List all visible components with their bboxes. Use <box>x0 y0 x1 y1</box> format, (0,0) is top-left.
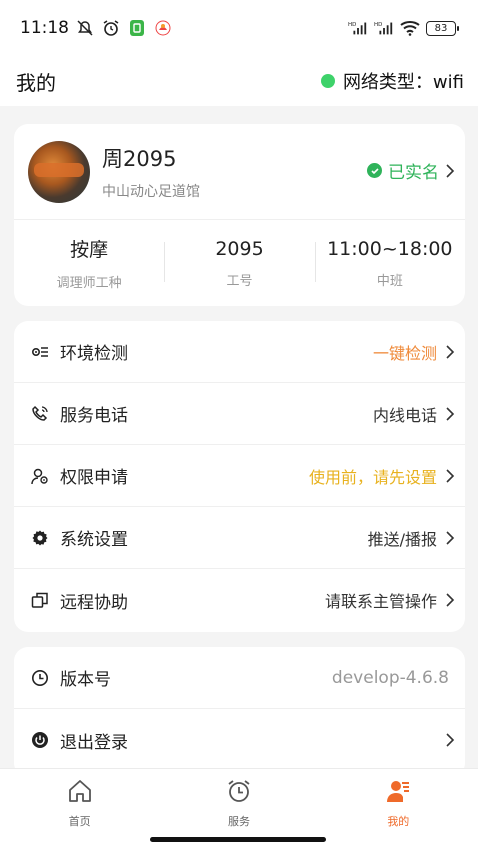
svg-text:HD: HD <box>348 22 356 28</box>
profile-name: 周2095 <box>102 146 177 171</box>
svg-text:HD: HD <box>374 22 382 28</box>
menu-item-label: 环境检测 <box>60 344 128 364</box>
chevron-right-icon <box>445 163 455 179</box>
version-label: 版本号 <box>60 670 111 690</box>
page-title: 我的 <box>16 70 56 95</box>
profile-header[interactable]: 周2095 中山动心足道馆 已实名 <box>14 124 465 220</box>
stat-label: 中班 <box>376 273 403 289</box>
home-indicator[interactable] <box>150 837 326 842</box>
clock-icon <box>30 668 50 688</box>
nav-label: 服务 <box>227 815 250 828</box>
nav-label: 首页 <box>68 815 91 828</box>
network-status-dot <box>320 74 335 88</box>
verified-label: 已实名 <box>388 163 439 183</box>
chevron-right-icon <box>445 732 455 748</box>
verified-status[interactable]: 已实名 <box>367 158 455 183</box>
user-permission-icon <box>30 466 50 486</box>
chevron-right-icon <box>445 344 455 360</box>
status-time: 11:18 <box>20 18 69 38</box>
profile-icon <box>384 777 412 809</box>
logout-row[interactable]: 退出登录 <box>14 709 465 771</box>
network-type-label: 网络类型：wifi <box>342 72 464 93</box>
stat-label: 工号 <box>226 273 253 289</box>
stat-shift: 11:00~18:00 中班 <box>314 237 465 289</box>
profile-info: 周2095 中山动心足道馆 <box>102 143 200 201</box>
logout-label: 退出登录 <box>60 732 128 753</box>
menu-item-permission-request[interactable]: 权限申请 使用前，请先设置 <box>14 445 465 507</box>
status-right: HD HD 83 <box>348 18 459 38</box>
version-row: 版本号 develop-4.6.8 <box>14 647 465 709</box>
stat-value: 11:00~18:00 <box>327 237 453 260</box>
app-notification-icon <box>127 18 147 38</box>
wifi-icon <box>400 18 420 38</box>
menu-item-value: 一键检测 <box>372 343 437 363</box>
menu-item-service-phone[interactable]: 服务电话 内线电话 <box>14 383 465 445</box>
menu-item-value: 请联系主管操作 <box>324 592 437 611</box>
menu-item-remote-assist[interactable]: 远程协助 请联系主管操作 <box>14 569 465 631</box>
phone-icon <box>30 404 50 424</box>
signal-icon: HD <box>348 18 368 38</box>
profile-shop-name: 中山动心足道馆 <box>102 183 200 200</box>
app-info-card: 版本号 develop-4.6.8 退出登录 <box>14 647 465 777</box>
stat-label: 调理师工种 <box>56 276 122 291</box>
nav-item-home[interactable]: 首页 <box>0 769 159 850</box>
profile-card: 周2095 中山动心足道馆 已实名 按摩 调理师工种 2095 工号 11:00… <box>14 124 465 306</box>
power-icon <box>30 730 50 750</box>
chevron-right-icon <box>445 406 455 422</box>
nav-item-profile[interactable]: 我的 <box>319 769 478 850</box>
stat-employee-id: 2095 工号 <box>164 238 314 289</box>
menu-item-label: 系统设置 <box>60 530 128 550</box>
alarm-clock-icon <box>225 777 253 809</box>
gear-icon <box>30 528 50 548</box>
battery-indicator: 83 <box>426 20 459 36</box>
version-value: develop-4.6.8 <box>331 667 449 688</box>
menu-item-value: 推送/播报 <box>367 529 437 549</box>
settings-menu: 环境检测 一键检测 服务电话 内线电话 权限申请 使用前，请先设置 系统设置 推… <box>14 321 465 632</box>
mute-icon <box>75 18 95 38</box>
check-circle-icon <box>367 163 382 178</box>
chevron-right-icon <box>445 592 455 608</box>
remote-assist-icon <box>30 590 50 610</box>
alarm-icon <box>101 18 121 38</box>
chevron-right-icon <box>445 468 455 484</box>
home-icon <box>66 777 94 809</box>
signal-icon-2: HD <box>374 18 394 38</box>
menu-item-value: 内线电话 <box>372 405 437 425</box>
menu-item-value: 使用前，请先设置 <box>308 467 437 487</box>
status-bar: 11:18 HD HD 83 <box>0 0 478 56</box>
status-left: 11:18 <box>20 18 173 38</box>
menu-item-label: 权限申请 <box>60 468 128 488</box>
app-notification-icon-2 <box>153 18 173 38</box>
menu-item-label: 服务电话 <box>60 406 128 426</box>
nav-label: 我的 <box>387 815 410 828</box>
menu-item-system-settings[interactable]: 系统设置 推送/播报 <box>14 507 465 569</box>
environment-check-icon <box>30 342 50 362</box>
stat-value: 按摩 <box>70 239 109 261</box>
network-status: 网络类型：wifi <box>320 68 464 94</box>
stat-job-type: 按摩 调理师工种 <box>14 235 164 291</box>
profile-stats: 按摩 调理师工种 2095 工号 11:00~18:00 中班 <box>14 220 465 306</box>
avatar[interactable] <box>28 140 90 203</box>
menu-item-label: 远程协助 <box>60 592 128 613</box>
page-header: 我的 网络类型：wifi <box>0 56 478 106</box>
chevron-right-icon <box>445 530 455 546</box>
stat-value: 2095 <box>215 237 264 260</box>
menu-item-environment-check[interactable]: 环境检测 一键检测 <box>14 321 465 383</box>
